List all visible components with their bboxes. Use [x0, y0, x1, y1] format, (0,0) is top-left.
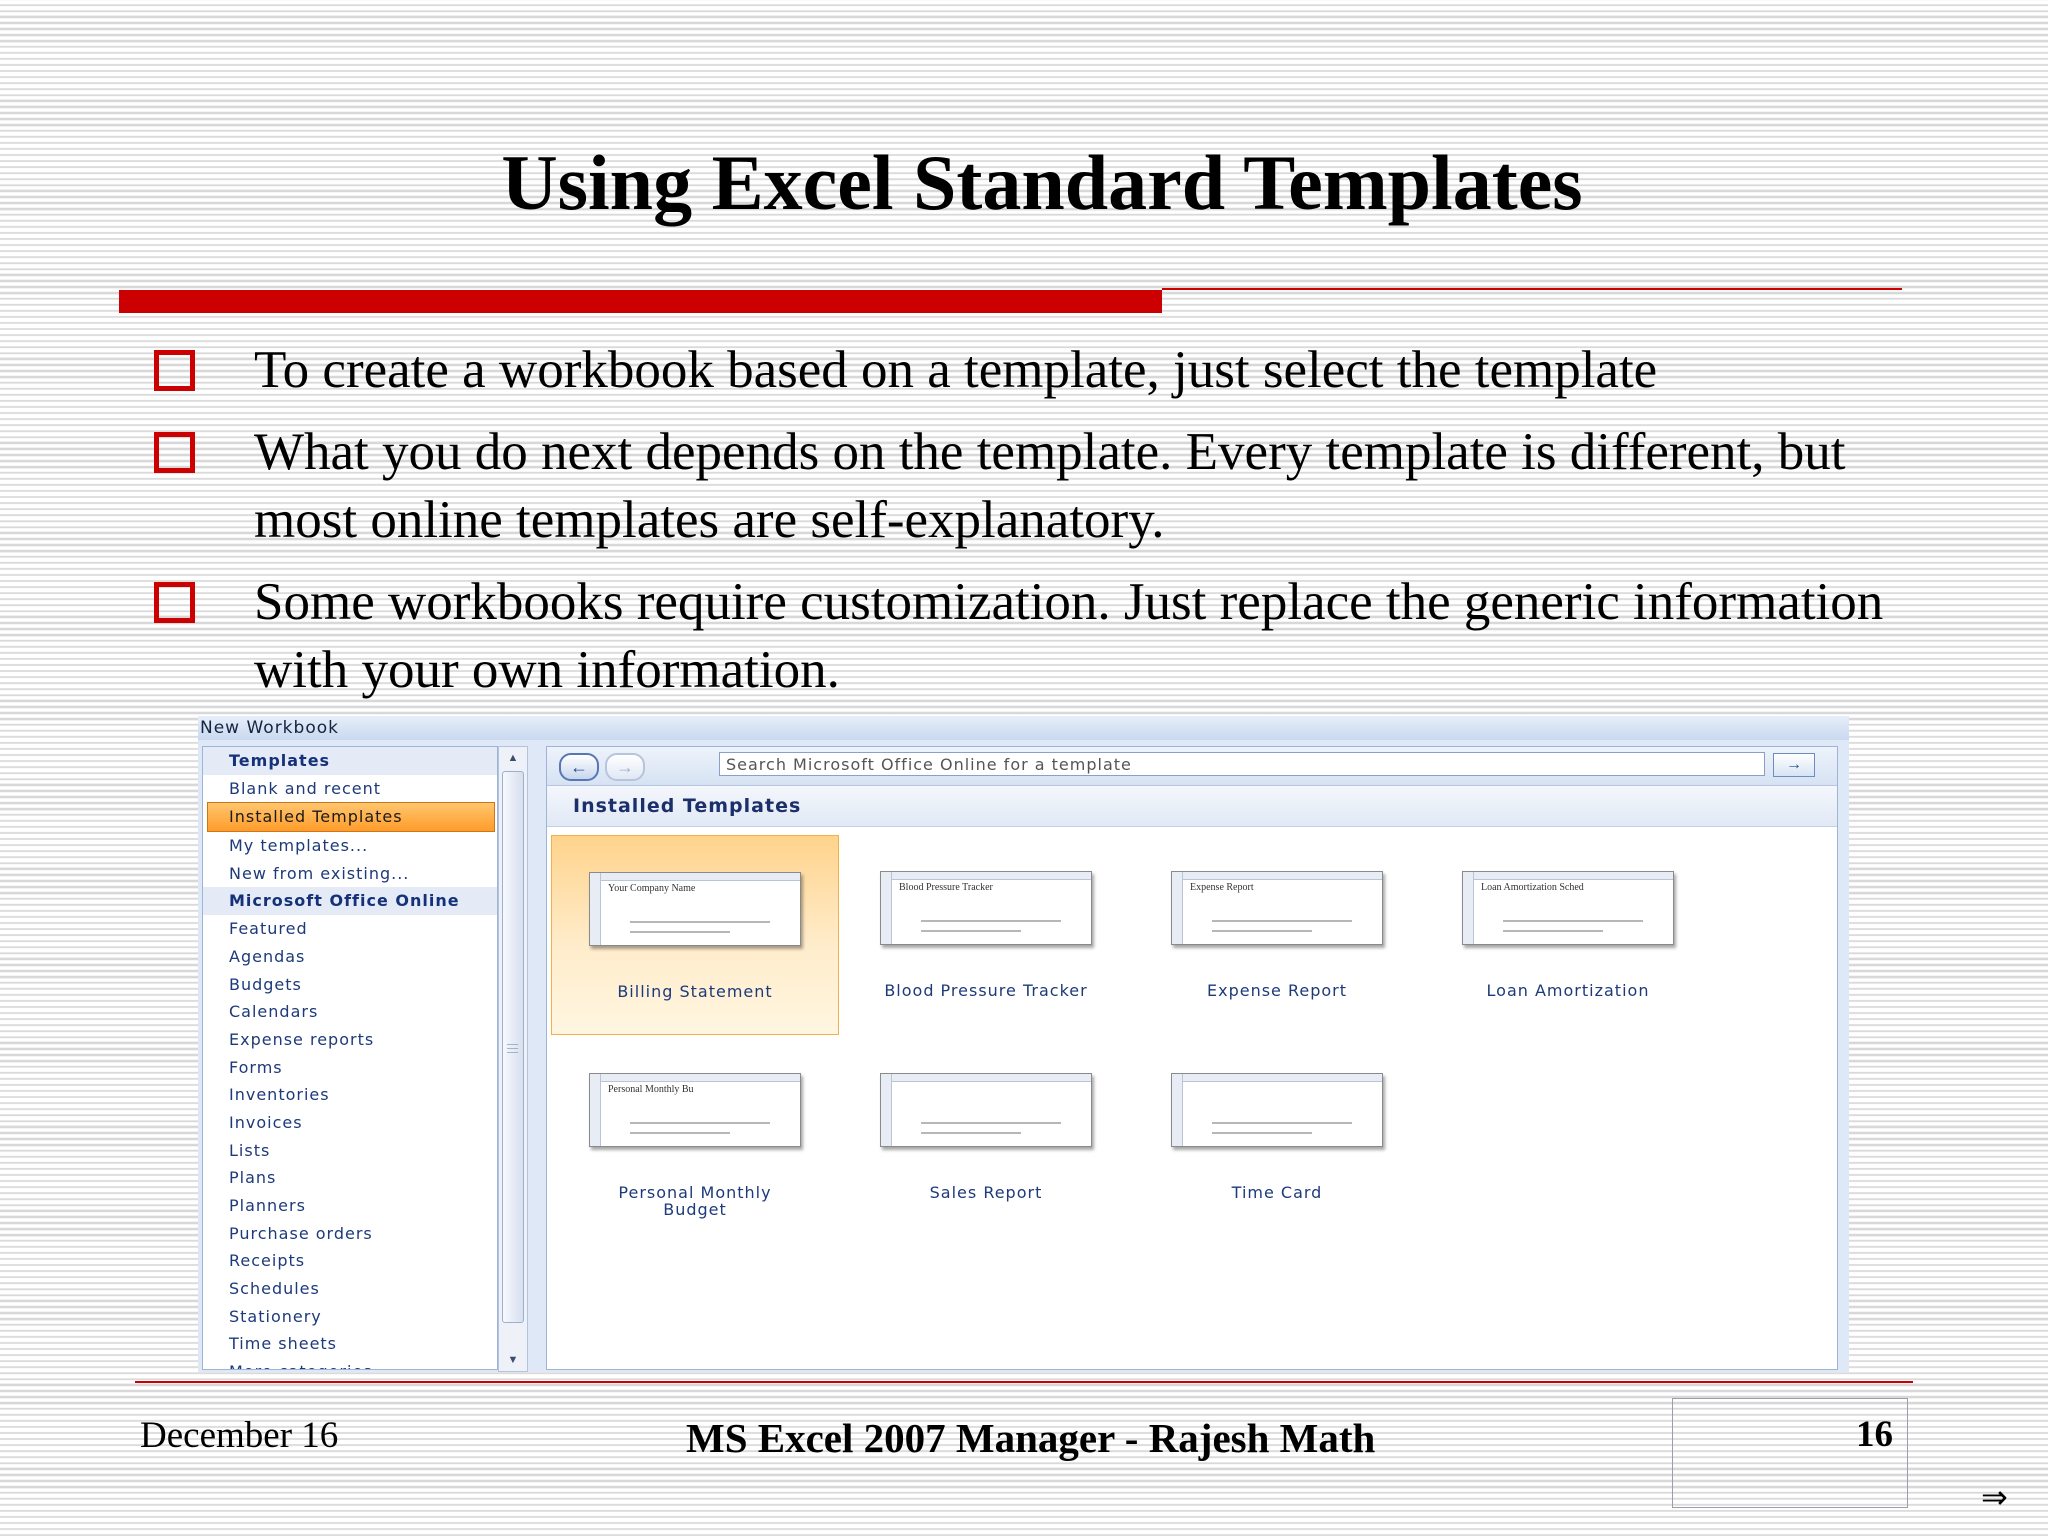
search-go-icon[interactable]: → — [1773, 753, 1815, 777]
nav-item-more-categories[interactable]: More categories — [203, 1358, 497, 1369]
template-label: Time Card — [1231, 1183, 1323, 1202]
nav-item-new-from-existing[interactable]: New from existing... — [203, 860, 497, 888]
nav-item-stationery[interactable]: Stationery — [203, 1303, 497, 1331]
back-arrow-icon[interactable]: ← — [559, 753, 599, 781]
nav-item-invoices[interactable]: Invoices — [203, 1109, 497, 1137]
slide-title: Using Excel Standard Templates — [501, 139, 1583, 226]
thumbnail-caption: Your Company Name — [608, 883, 696, 894]
template-thumbnail: Blood Pressure Tracker — [880, 871, 1092, 945]
bullet-item: What you do next depends on the template… — [150, 418, 1910, 554]
template-tile-sales-report[interactable]: Sales Report — [842, 1037, 1130, 1207]
nav-item-lists[interactable]: Lists — [203, 1137, 497, 1165]
scroll-up-icon[interactable]: ▲ — [499, 747, 527, 769]
nav-item-receipts[interactable]: Receipts — [203, 1247, 497, 1275]
nav-item-blank-and-recent[interactable]: Blank and recent — [203, 775, 497, 803]
page-number: 16 — [1856, 1414, 1893, 1455]
scroll-thumb[interactable]: — — — — [502, 771, 524, 1323]
nav-item-budgets[interactable]: Budgets — [203, 971, 497, 999]
bullet-text: What you do next depends on the template… — [254, 423, 1846, 549]
template-gallery: Your Company Name Billing Statement Blood … — [547, 827, 1837, 1367]
template-label: Loan Amortization — [1486, 981, 1650, 1000]
nav-item-installed-templates[interactable]: Installed Templates — [207, 802, 495, 833]
template-thumbnail — [880, 1073, 1092, 1147]
title-underline-thick — [119, 290, 1162, 313]
page-number-box: 16 — [1672, 1398, 1908, 1508]
forward-arrow-icon[interactable]: → — [605, 753, 645, 781]
bullet-text: To create a workbook based on a template… — [254, 341, 1658, 399]
thumbnail-caption: Blood Pressure Tracker — [899, 882, 993, 893]
nav-item-schedules[interactable]: Schedules — [203, 1275, 497, 1303]
categories-scrollbar[interactable]: ▲ — — — ▼ — [498, 746, 528, 1372]
template-label: Sales Report — [929, 1183, 1043, 1202]
template-label: Blood Pressure Tracker — [884, 981, 1088, 1000]
bullet-item: Some workbooks require customization. Ju… — [150, 568, 1910, 704]
bullet-text: Some workbooks require customization. Ju… — [254, 573, 1884, 699]
template-categories-list: Templates Blank and recent Installed Templ… — [203, 747, 497, 1369]
nav-item-plans[interactable]: Plans — [203, 1164, 497, 1192]
template-label: Personal Monthly Budget — [618, 1183, 772, 1219]
nav-item-forms[interactable]: Forms — [203, 1054, 497, 1082]
next-slide-arrow-icon[interactable]: ⇒ — [1981, 1478, 2008, 1516]
template-thumbnail: Loan Amortization Sched — [1462, 871, 1674, 945]
template-label: Expense Report — [1206, 981, 1348, 1000]
bullet-square-icon — [154, 432, 195, 473]
template-tile-loan-amortization[interactable]: Loan Amortization Sched Loan Amortization — [1424, 835, 1712, 1005]
nav-item-inventories[interactable]: Inventories — [203, 1081, 497, 1109]
search-toolbar: ← → Search Microsoft Office Online for a… — [547, 747, 1837, 786]
bullet-square-icon — [154, 350, 195, 391]
template-label: Billing Statement — [617, 982, 773, 1001]
template-tile-blood-pressure-tracker[interactable]: Blood Pressure Tracker Blood Pressure Tra… — [842, 835, 1130, 1005]
footer-title: MS Excel 2007 Manager - Rajesh Math — [686, 1415, 1376, 1461]
nav-item-featured[interactable]: Featured — [203, 915, 497, 943]
template-thumbnail: Personal Monthly Bu — [589, 1073, 801, 1147]
thumbnail-caption: Personal Monthly Bu — [608, 1084, 694, 1095]
nav-item-templates: Templates — [203, 747, 497, 775]
template-tile-billing-statement[interactable]: Your Company Name Billing Statement — [551, 835, 839, 1035]
nav-item-planners[interactable]: Planners — [203, 1192, 497, 1220]
new-workbook-dialog: New Workbook Templates Blank and recent In… — [198, 716, 1849, 1372]
template-categories-pane: Templates Blank and recent Installed Templ… — [202, 746, 498, 1370]
footer-rule — [135, 1381, 1913, 1383]
bullet-item: To create a workbook based on a template… — [150, 336, 1910, 404]
search-input[interactable]: Search Microsoft Office Online for a tem… — [719, 752, 1765, 776]
template-thumbnail: Your Company Name — [589, 872, 801, 946]
template-thumbnail: Expense Report — [1171, 871, 1383, 945]
templates-main-pane: ← → Search Microsoft Office Online for a… — [546, 746, 1838, 1370]
nav-item-my-templates[interactable]: My templates... — [203, 832, 497, 860]
scroll-down-icon[interactable]: ▼ — [499, 1349, 527, 1371]
template-tile-personal-monthly-budget[interactable]: Personal Monthly Bu Personal Monthly Budg… — [551, 1037, 839, 1218]
nav-item-microsoft-office-online: Microsoft Office Online — [203, 887, 497, 916]
title-underline-thin — [1162, 288, 1902, 290]
nav-item-time-sheets[interactable]: Time sheets — [203, 1330, 497, 1358]
template-thumbnail — [1171, 1073, 1383, 1147]
bullet-list: To create a workbook based on a template… — [150, 336, 1910, 718]
nav-item-purchase-orders[interactable]: Purchase orders — [203, 1220, 497, 1248]
thumbnail-caption: Loan Amortization Sched — [1481, 882, 1584, 893]
nav-item-expense-reports[interactable]: Expense reports — [203, 1026, 497, 1054]
section-title: Installed Templates — [547, 786, 1837, 827]
grip-icon: — — — — [507, 1038, 518, 1058]
template-tile-expense-report[interactable]: Expense Report Expense Report — [1133, 835, 1421, 1005]
dialog-title: New Workbook — [198, 716, 1849, 740]
bullet-square-icon — [154, 582, 195, 623]
nav-item-calendars[interactable]: Calendars — [203, 998, 497, 1026]
footer-date: December 16 — [140, 1415, 339, 1456]
template-tile-time-card[interactable]: Time Card — [1133, 1037, 1421, 1207]
thumbnail-caption: Expense Report — [1190, 882, 1254, 893]
nav-item-agendas[interactable]: Agendas — [203, 943, 497, 971]
